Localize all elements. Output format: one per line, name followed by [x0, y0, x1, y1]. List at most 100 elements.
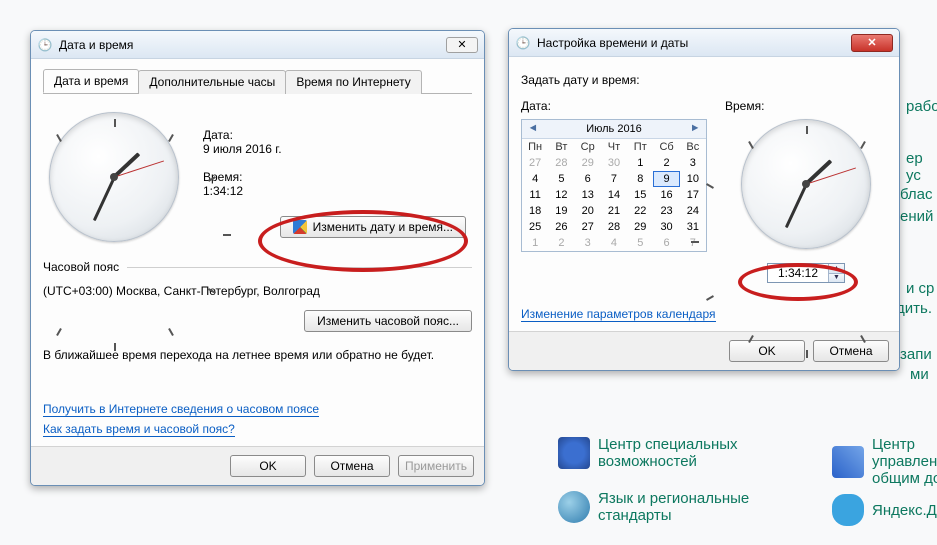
bg-fragment: блас	[900, 186, 933, 203]
cal-day-cell[interactable]: 3	[575, 235, 601, 251]
cal-day-cell[interactable]: 28	[601, 219, 627, 235]
cal-dow-cell: Пт	[627, 139, 653, 155]
cal-dow-cell: Пн	[522, 139, 548, 155]
cal-day-cell[interactable]: 7	[680, 235, 706, 251]
cal-day-cell[interactable]: 13	[575, 187, 601, 203]
cal-day-cell[interactable]: 22	[627, 203, 653, 219]
time-label: Время:	[203, 170, 466, 184]
cancel-button[interactable]: Отмена	[314, 455, 390, 477]
analog-clock	[49, 112, 179, 242]
cal-day-cell[interactable]: 16	[653, 187, 679, 203]
cal-day-cell[interactable]: 25	[522, 219, 548, 235]
bg-fragment: запи	[900, 346, 932, 363]
cal-day-cell[interactable]: 26	[548, 219, 574, 235]
time-input[interactable]	[768, 264, 828, 282]
cal-day-cell[interactable]: 19	[548, 203, 574, 219]
cal-day-cell[interactable]: 15	[627, 187, 653, 203]
cal-day-cell[interactable]: 29	[627, 219, 653, 235]
ok-button[interactable]: OK	[729, 340, 805, 362]
cal-next-button[interactable]: ►	[688, 123, 702, 135]
cal-day-cell[interactable]: 3	[680, 155, 706, 171]
bg-link-text[interactable]: Центр управлени и общим дост	[872, 436, 937, 487]
cal-day-cell[interactable]: 30	[653, 219, 679, 235]
calendar-settings-link[interactable]: Изменение параметров календаря	[521, 307, 716, 322]
cal-day-cell[interactable]: 6	[653, 235, 679, 251]
time-label: Время:	[725, 99, 764, 113]
cal-day-cell[interactable]: 29	[575, 155, 601, 171]
cal-day-cell[interactable]: 1	[522, 235, 548, 251]
dialog-buttons: OK Отмена Применить	[31, 446, 484, 485]
titlebar[interactable]: 🕒 Настройка времени и даты ✕	[509, 29, 899, 57]
tabstrip: Дата и время Дополнительные часы Время п…	[43, 69, 472, 94]
bg-fragment: ений	[900, 208, 933, 225]
cal-day-cell[interactable]: 4	[601, 235, 627, 251]
cal-dow-cell: Сб	[653, 139, 679, 155]
cal-day-cell[interactable]: 5	[548, 171, 574, 187]
analog-clock	[741, 119, 871, 249]
ok-button[interactable]: OK	[230, 455, 306, 477]
tab-additional-clocks[interactable]: Дополнительные часы	[138, 70, 286, 94]
cal-day-cell[interactable]: 5	[627, 235, 653, 251]
window-title: Дата и время	[59, 38, 440, 52]
close-button[interactable]: ✕	[851, 34, 893, 52]
cloud-icon	[832, 494, 864, 526]
dst-note: В ближайшее время перехода на летнее вре…	[43, 348, 472, 362]
bg-fragment: ер ус	[906, 150, 937, 184]
bg-fragment: дить.	[896, 300, 932, 317]
timezone-heading: Часовой пояс	[43, 260, 119, 274]
cal-dow-cell: Ср	[575, 139, 601, 155]
date-value: 9 июля 2016 г.	[203, 142, 466, 156]
management-icon	[832, 446, 864, 478]
bg-link-text[interactable]: Яндекс.Диск	[872, 502, 937, 519]
cal-day-cell[interactable]: 11	[522, 187, 548, 203]
howto-link[interactable]: Как задать время и часовой пояс?	[43, 422, 235, 437]
cal-day-cell[interactable]: 27	[575, 219, 601, 235]
cal-day-cell[interactable]: 10	[680, 171, 706, 187]
cal-day-cell[interactable]: 23	[653, 203, 679, 219]
cal-day-cell[interactable]: 2	[548, 235, 574, 251]
clock-icon: 🕒	[37, 37, 53, 53]
tab-date-time[interactable]: Дата и время	[43, 69, 139, 93]
tz-info-link[interactable]: Получить в Интернете сведения о часовом …	[43, 402, 319, 417]
titlebar[interactable]: 🕒 Дата и время ✕	[31, 31, 484, 59]
cal-day-cell[interactable]: 21	[601, 203, 627, 219]
cal-day-cell[interactable]: 2	[653, 155, 679, 171]
cal-day-cell[interactable]: 8	[627, 171, 653, 187]
date-label: Дата:	[521, 99, 707, 113]
cal-day-cell[interactable]: 27	[522, 155, 548, 171]
bg-link-text[interactable]: Центр специальных возможностей	[598, 436, 758, 470]
cal-day-cell[interactable]: 12	[548, 187, 574, 203]
cal-day-cell[interactable]: 1	[627, 155, 653, 171]
cal-dow-cell: Вс	[680, 139, 706, 155]
calendar[interactable]: ◄ Июль 2016 ► ПнВтСрЧтПтСбВс 27282930123…	[521, 119, 707, 252]
cal-day-cell[interactable]: 24	[680, 203, 706, 219]
cal-prev-button[interactable]: ◄	[526, 123, 540, 135]
time-spinner[interactable]: ▲ ▼	[767, 263, 845, 283]
set-datetime-label: Задать дату и время:	[521, 73, 887, 87]
window-title: Настройка времени и даты	[537, 36, 845, 50]
change-timezone-button[interactable]: Изменить часовой пояс...	[304, 310, 472, 332]
change-date-time-button[interactable]: Изменить дату и время...	[280, 216, 466, 238]
cal-day-cell[interactable]: 31	[680, 219, 706, 235]
cal-day-cell[interactable]: 17	[680, 187, 706, 203]
cal-day-cell[interactable]: 4	[522, 171, 548, 187]
cal-day-cell[interactable]: 9	[653, 171, 679, 187]
date-time-window: 🕒 Дата и время ✕ Дата и время Дополнител…	[30, 30, 485, 486]
cal-day-cell[interactable]: 18	[522, 203, 548, 219]
cancel-button[interactable]: Отмена	[813, 340, 889, 362]
clock-icon: 🕒	[515, 35, 531, 51]
date-time-settings-window: 🕒 Настройка времени и даты ✕ Задать дату…	[508, 28, 900, 371]
bg-link-text[interactable]: Язык и региональные стандарты	[598, 490, 758, 524]
cal-day-cell[interactable]: 20	[575, 203, 601, 219]
close-button[interactable]: ✕	[446, 37, 478, 53]
spin-down-button[interactable]: ▼	[828, 274, 844, 283]
cal-day-cell[interactable]: 30	[601, 155, 627, 171]
cal-day-cell[interactable]: 6	[575, 171, 601, 187]
cal-day-cell[interactable]: 7	[601, 171, 627, 187]
cal-day-cell[interactable]: 14	[601, 187, 627, 203]
cal-dow-cell: Чт	[601, 139, 627, 155]
spin-up-button[interactable]: ▲	[828, 264, 844, 274]
tab-internet-time[interactable]: Время по Интернету	[285, 70, 421, 94]
dialog-buttons: OK Отмена	[509, 331, 899, 370]
cal-day-cell[interactable]: 28	[548, 155, 574, 171]
